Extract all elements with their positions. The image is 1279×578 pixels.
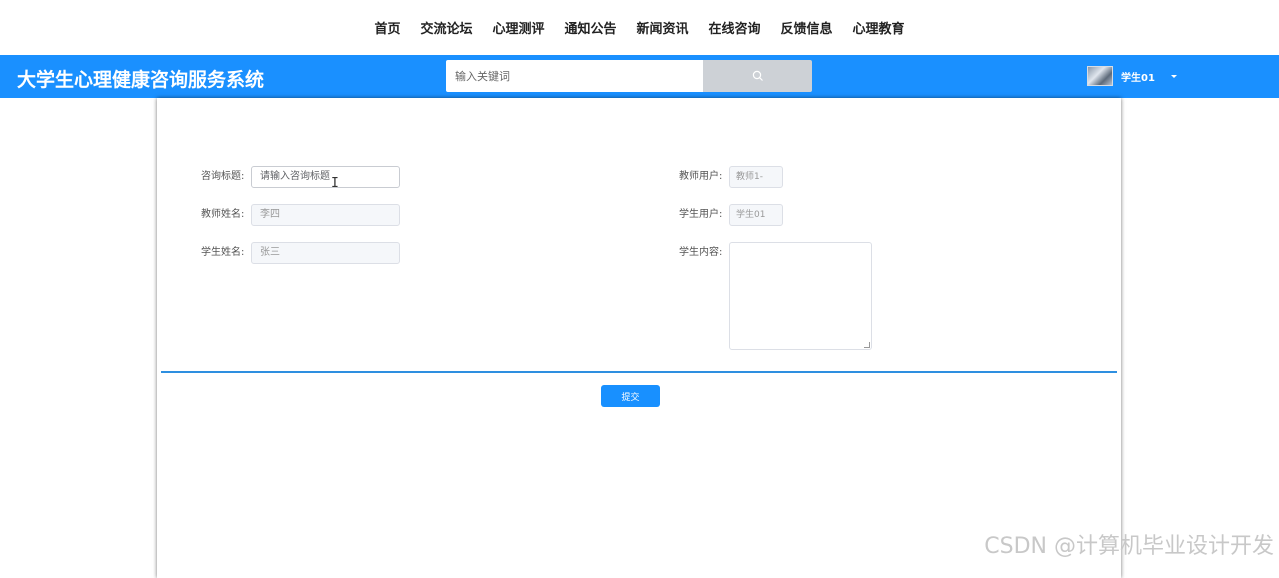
site-title: 大学生心理健康咨询服务系统 — [17, 65, 264, 92]
teacher-user-label: 教师用户: — [679, 167, 722, 182]
top-navigation: 首页 交流论坛 心理测评 通知公告 新闻资讯 在线咨询 反馈信息 心理教育 — [0, 0, 1279, 55]
nav-item-notice[interactable]: 通知公告 — [554, 18, 626, 37]
avatar[interactable] — [1087, 66, 1113, 86]
chevron-down-icon[interactable] — [1171, 75, 1177, 78]
form-divider — [161, 371, 1117, 373]
student-user-label: 学生用户: — [679, 205, 722, 220]
consult-form-card: 咨询标题: 请输入咨询标题 教师姓名: 李四 学生姓名: 张三 教师用户: 教师… — [157, 98, 1121, 578]
user-name[interactable]: 学生01 — [1121, 69, 1155, 84]
watermark: CSDN @计算机毕业设计开发 — [984, 528, 1274, 560]
student-content-label: 学生内容: — [679, 243, 722, 258]
nav-item-forum[interactable]: 交流论坛 — [410, 18, 482, 37]
student-content-textarea[interactable] — [729, 242, 872, 350]
teacher-name-field[interactable]: 李四 — [251, 204, 400, 226]
student-name-label: 学生姓名: — [201, 243, 244, 258]
student-name-field[interactable]: 张三 — [251, 242, 400, 264]
nav-item-feedback[interactable]: 反馈信息 — [771, 18, 843, 37]
teacher-user-field[interactable]: 教师1- — [729, 166, 783, 188]
search-bar — [446, 60, 812, 92]
search-input[interactable] — [446, 60, 703, 92]
submit-button[interactable]: 提交 — [601, 385, 660, 407]
user-menu[interactable]: 学生01 — [1087, 60, 1177, 92]
teacher-name-label: 教师姓名: — [201, 205, 244, 220]
student-user-field[interactable]: 学生01 — [729, 204, 783, 226]
nav-item-news[interactable]: 新闻资讯 — [627, 18, 699, 37]
text-cursor-icon: I — [331, 176, 339, 191]
nav-item-home[interactable]: 首页 — [364, 18, 410, 37]
header-bar: 大学生心理健康咨询服务系统 学生01 — [0, 55, 1279, 98]
nav-item-online-consult[interactable]: 在线咨询 — [699, 18, 771, 37]
nav-item-education[interactable]: 心理教育 — [843, 18, 915, 37]
consult-title-label: 咨询标题: — [201, 167, 244, 182]
nav-item-assessment[interactable]: 心理测评 — [482, 18, 554, 37]
resize-grip-icon[interactable] — [864, 342, 870, 348]
search-icon — [752, 70, 764, 82]
search-button[interactable] — [703, 60, 812, 92]
consult-title-input[interactable]: 请输入咨询标题 — [251, 166, 400, 188]
